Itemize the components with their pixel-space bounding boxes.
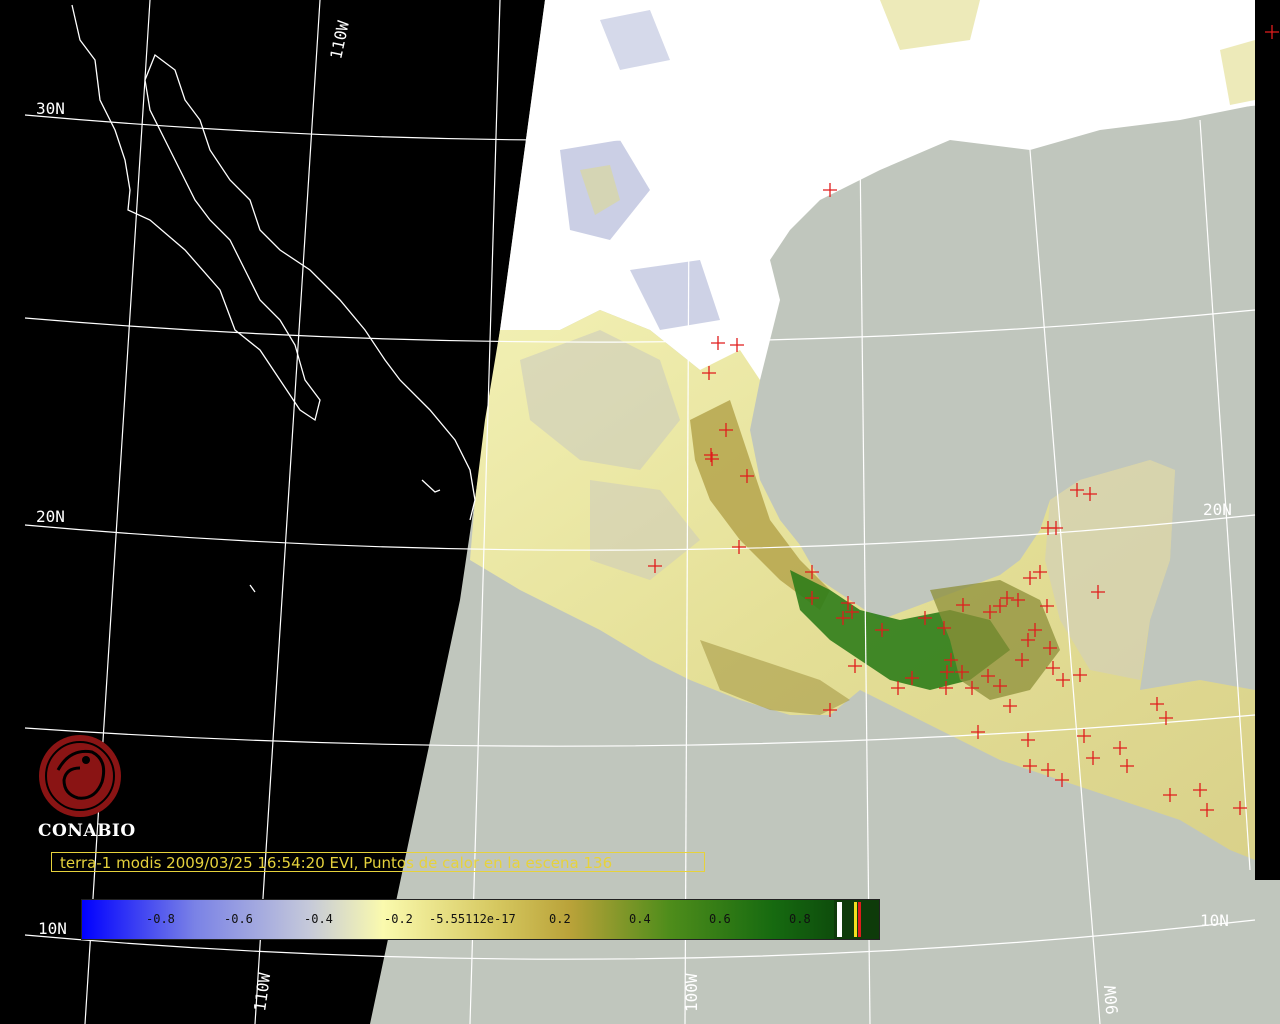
colorbar-tick-label: 0.2 [549,912,571,926]
colorbar-tick-label: -0.2 [384,912,413,926]
colorbar-tick-label: -0.8 [146,912,175,926]
lon-label-110w-top: 110W [326,19,353,61]
conabio-logo-text: CONABIO [38,821,136,841]
colorbar-tick-label: -0.4 [304,912,333,926]
colorbar-tick-label: 0.6 [709,912,731,926]
lon-label-90w-bottom: 90W [1101,984,1122,1015]
colorbar-white-swatch [837,902,842,937]
colorbar-red-swatch [858,902,861,937]
colorbar-tick-label: -5.55112e-17 [429,912,516,926]
evi-colorbar: -0.8 -0.6 -0.4 -0.2 -5.55112e-17 0.2 0.4 0.6 0.8 [81,899,880,940]
colorbar-tick-label: 0.8 [789,912,811,926]
colorbar-tick-label: -0.6 [224,912,253,926]
colorbar-yellow-swatch [854,902,857,937]
scene-caption: terra-1 modis 2009/03/25 16:54:20 EVI, P… [51,852,705,872]
lat-label-30n: 30N [36,99,65,118]
satellite-map: 30N 20N 20N 10N 10N 110W 110W 100W 90W C… [0,0,1280,1024]
lat-label-20n: 20N [36,507,65,526]
lat-label-20n-right: 20N [1203,500,1232,519]
colorbar-tick-label: 0.4 [629,912,651,926]
lon-label-110w-bottom: 110W [250,971,274,1012]
red-cross-icon [1265,25,1279,39]
lon-label-100w-bottom: 100W [682,973,701,1012]
coastline [71,4,476,593]
lat-label-10n: 10N [38,919,67,938]
lat-label-10n-right: 10N [1200,911,1229,930]
conabio-seal-icon [39,735,121,817]
